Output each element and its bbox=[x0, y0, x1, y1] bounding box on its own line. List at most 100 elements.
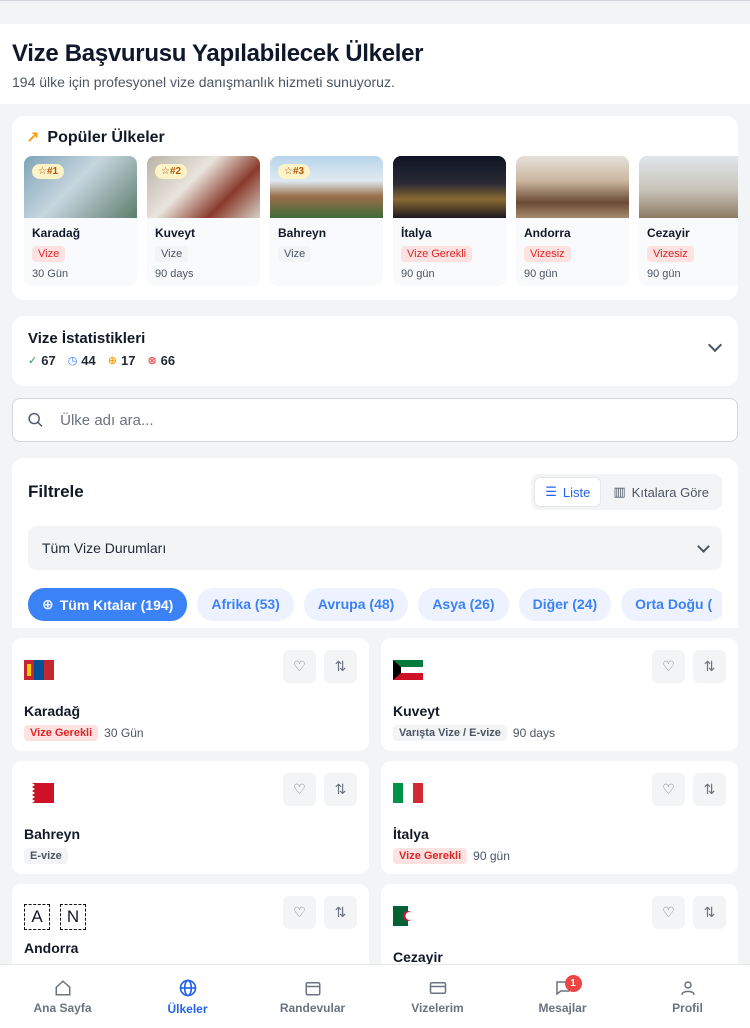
favorite-heart-icon[interactable]: ♡ bbox=[283, 773, 316, 806]
trending-up-icon: ↗ bbox=[26, 130, 40, 147]
rank-badge: ☆#1 bbox=[32, 164, 65, 179]
search-bar bbox=[12, 398, 738, 442]
continent-view-label: Kıtalara Göre bbox=[631, 484, 709, 500]
compare-icon[interactable]: ⇅ bbox=[693, 650, 726, 683]
visa-status-select[interactable]: Tüm Vize Durumları bbox=[28, 526, 722, 570]
popular-title: ↗ Popüler Ülkeler bbox=[26, 128, 738, 148]
favorite-heart-icon[interactable]: ♡ bbox=[283, 650, 316, 683]
bottom-navigation: Ana Sayfa Ülkeler Randevular Vizelerim 1… bbox=[0, 964, 750, 1028]
nav-label: Ana Sayfa bbox=[33, 1000, 92, 1015]
filter-panel: Filtrele ☰ Liste ▥ Kıtalara Göre Tüm Viz… bbox=[12, 458, 738, 628]
country-card[interactable]: ♡ ⇅ İtalya Vize Gerekli 90 gün bbox=[381, 761, 738, 874]
nav-profile[interactable]: Profil bbox=[625, 965, 750, 1028]
country-photo: ☆#2 bbox=[147, 156, 260, 218]
calendar-icon bbox=[305, 981, 320, 995]
search-input[interactable] bbox=[60, 411, 723, 429]
country-card[interactable]: ♡ ⇅ Bahreyn E-vize bbox=[12, 761, 369, 874]
nav-label: Ülkeler bbox=[167, 1001, 208, 1016]
popular-country-card[interactable]: İtalya Vize Gerekli 90 gün bbox=[393, 156, 506, 286]
kuwait-flag-icon bbox=[393, 660, 423, 680]
country-name: Karadağ bbox=[32, 226, 81, 240]
list-view-button[interactable]: ☰ Liste bbox=[534, 477, 602, 507]
visa-stats-panel[interactable]: Vize İstatistikleri ✓ 67 ◷ 44 ⊕ 17 ⊗ 66 bbox=[12, 316, 738, 386]
visa-badge: Vize Gerekli bbox=[393, 848, 468, 864]
country-card[interactable]: ♡ ⇅ Kuveyt Varışta Vize / E-vize 90 days bbox=[381, 638, 738, 751]
nav-messages[interactable]: 1 Mesajlar bbox=[500, 965, 625, 1028]
popular-country-card[interactable]: ☆#3 Bahreyn Vize bbox=[270, 156, 383, 286]
country-card[interactable]: ♡ ⇅ Karadağ Vize Gerekli 30 Gün bbox=[12, 638, 369, 751]
chip-africa[interactable]: Afrika (53) bbox=[197, 588, 294, 621]
nav-label: Randevular bbox=[279, 1000, 346, 1015]
window-top-strip bbox=[0, 0, 750, 24]
popular-country-card[interactable]: ☆#1 Karadağ Vize 30 Gün bbox=[24, 156, 137, 286]
continent-chips: ⊕ Tüm Kıtalar (194) Afrika (53) Avrupa (4… bbox=[28, 588, 722, 621]
chip-middle-east[interactable]: Orta Doğu ( bbox=[621, 588, 722, 621]
popular-country-card[interactable]: Cezayir Vizesiz 90 gün bbox=[639, 156, 738, 286]
rank-badge: ☆#3 bbox=[278, 164, 311, 179]
flag-letter: N bbox=[60, 904, 86, 930]
favorite-heart-icon[interactable]: ♡ bbox=[652, 773, 685, 806]
favorite-heart-icon[interactable]: ♡ bbox=[652, 650, 685, 683]
chip-asia[interactable]: Asya (26) bbox=[418, 588, 509, 621]
stat-approved-value: 67 bbox=[41, 353, 56, 368]
nav-appointments[interactable]: Randevular bbox=[250, 965, 375, 1028]
country-name: Bahreyn bbox=[24, 826, 81, 842]
country-name: Andorra bbox=[524, 226, 571, 240]
country-name: Kuveyt bbox=[155, 226, 196, 240]
continent-view-button[interactable]: ▥ Kıtalara Göre bbox=[603, 477, 719, 507]
popular-country-card[interactable]: Andorra Vizesiz 90 gün bbox=[516, 156, 629, 286]
view-toggle: ☰ Liste ▥ Kıtalara Göre bbox=[531, 474, 722, 510]
search-icon bbox=[28, 412, 43, 427]
stay-duration: 30 Gün bbox=[104, 726, 144, 740]
clock-icon: ◷ bbox=[67, 355, 78, 367]
nav-visas[interactable]: Vizelerim bbox=[375, 965, 500, 1028]
stat-approved: ✓ 67 bbox=[28, 353, 56, 368]
stat-global-value: 17 bbox=[120, 353, 136, 368]
visa-badge: Vize bbox=[32, 246, 66, 262]
globe-icon bbox=[179, 979, 196, 996]
italy-flag-icon bbox=[393, 783, 423, 803]
nav-home[interactable]: Ana Sayfa bbox=[0, 965, 125, 1028]
favorite-heart-icon[interactable]: ♡ bbox=[652, 896, 685, 929]
popular-countries-section: ↗ Popüler Ülkeler ☆#1 Karadağ Vize 30 Gü… bbox=[12, 116, 738, 300]
chip-all-continents[interactable]: ⊕ Tüm Kıtalar (194) bbox=[28, 588, 188, 621]
stats-row: ✓ 67 ◷ 44 ⊕ 17 ⊗ 66 bbox=[28, 353, 722, 368]
chip-europe[interactable]: Avrupa (48) bbox=[303, 588, 409, 621]
visa-badge: Vize bbox=[155, 246, 189, 262]
map-icon: ▥ bbox=[613, 484, 626, 499]
nav-countries[interactable]: Ülkeler bbox=[125, 965, 250, 1028]
compare-icon[interactable]: ⇅ bbox=[324, 896, 357, 929]
popular-country-card[interactable]: ☆#2 Kuveyt Vize 90 days bbox=[147, 156, 260, 286]
rank-badge: ☆#2 bbox=[155, 164, 188, 179]
visa-badge: Vize Gerekli bbox=[401, 246, 473, 262]
stat-rejected: ⊗ 66 bbox=[147, 353, 175, 368]
compare-icon[interactable]: ⇅ bbox=[693, 773, 726, 806]
stat-rejected-value: 66 bbox=[160, 353, 176, 368]
country-name: İtalya bbox=[401, 226, 432, 240]
country-photo bbox=[393, 156, 506, 218]
country-name: Cezayir bbox=[393, 949, 443, 965]
country-photo bbox=[639, 156, 738, 218]
compare-icon[interactable]: ⇅ bbox=[693, 896, 726, 929]
nav-label: Mesajlar bbox=[538, 1000, 587, 1015]
home-icon bbox=[55, 979, 70, 995]
algeria-flag-icon bbox=[393, 906, 423, 926]
visa-badge: Varışta Vize / E-vize bbox=[393, 725, 507, 741]
compare-icon[interactable]: ⇅ bbox=[324, 650, 357, 683]
bahrain-flag-icon bbox=[24, 783, 54, 803]
stat-global: ⊕ 17 bbox=[108, 353, 136, 368]
notification-badge: 1 bbox=[564, 975, 582, 992]
country-name: Andorra bbox=[24, 940, 79, 956]
nav-label: Vizelerim bbox=[411, 1000, 464, 1015]
popular-title-label: Popüler Ülkeler bbox=[47, 129, 165, 146]
stay-duration: 90 gün bbox=[524, 268, 558, 280]
visa-badge: Vizesiz bbox=[524, 246, 571, 262]
x-circle-icon: ⊗ bbox=[147, 355, 157, 367]
country-name: İtalya bbox=[393, 826, 429, 842]
country-grid: ♡ ⇅ Karadağ Vize Gerekli 30 Gün ♡ ⇅ Kuveyt … bbox=[12, 638, 738, 997]
chip-other[interactable]: Diğer (24) bbox=[518, 588, 612, 621]
country-name: Cezayir bbox=[647, 226, 690, 240]
list-icon: ☰ bbox=[545, 484, 557, 499]
compare-icon[interactable]: ⇅ bbox=[324, 773, 357, 806]
favorite-heart-icon[interactable]: ♡ bbox=[283, 896, 316, 929]
